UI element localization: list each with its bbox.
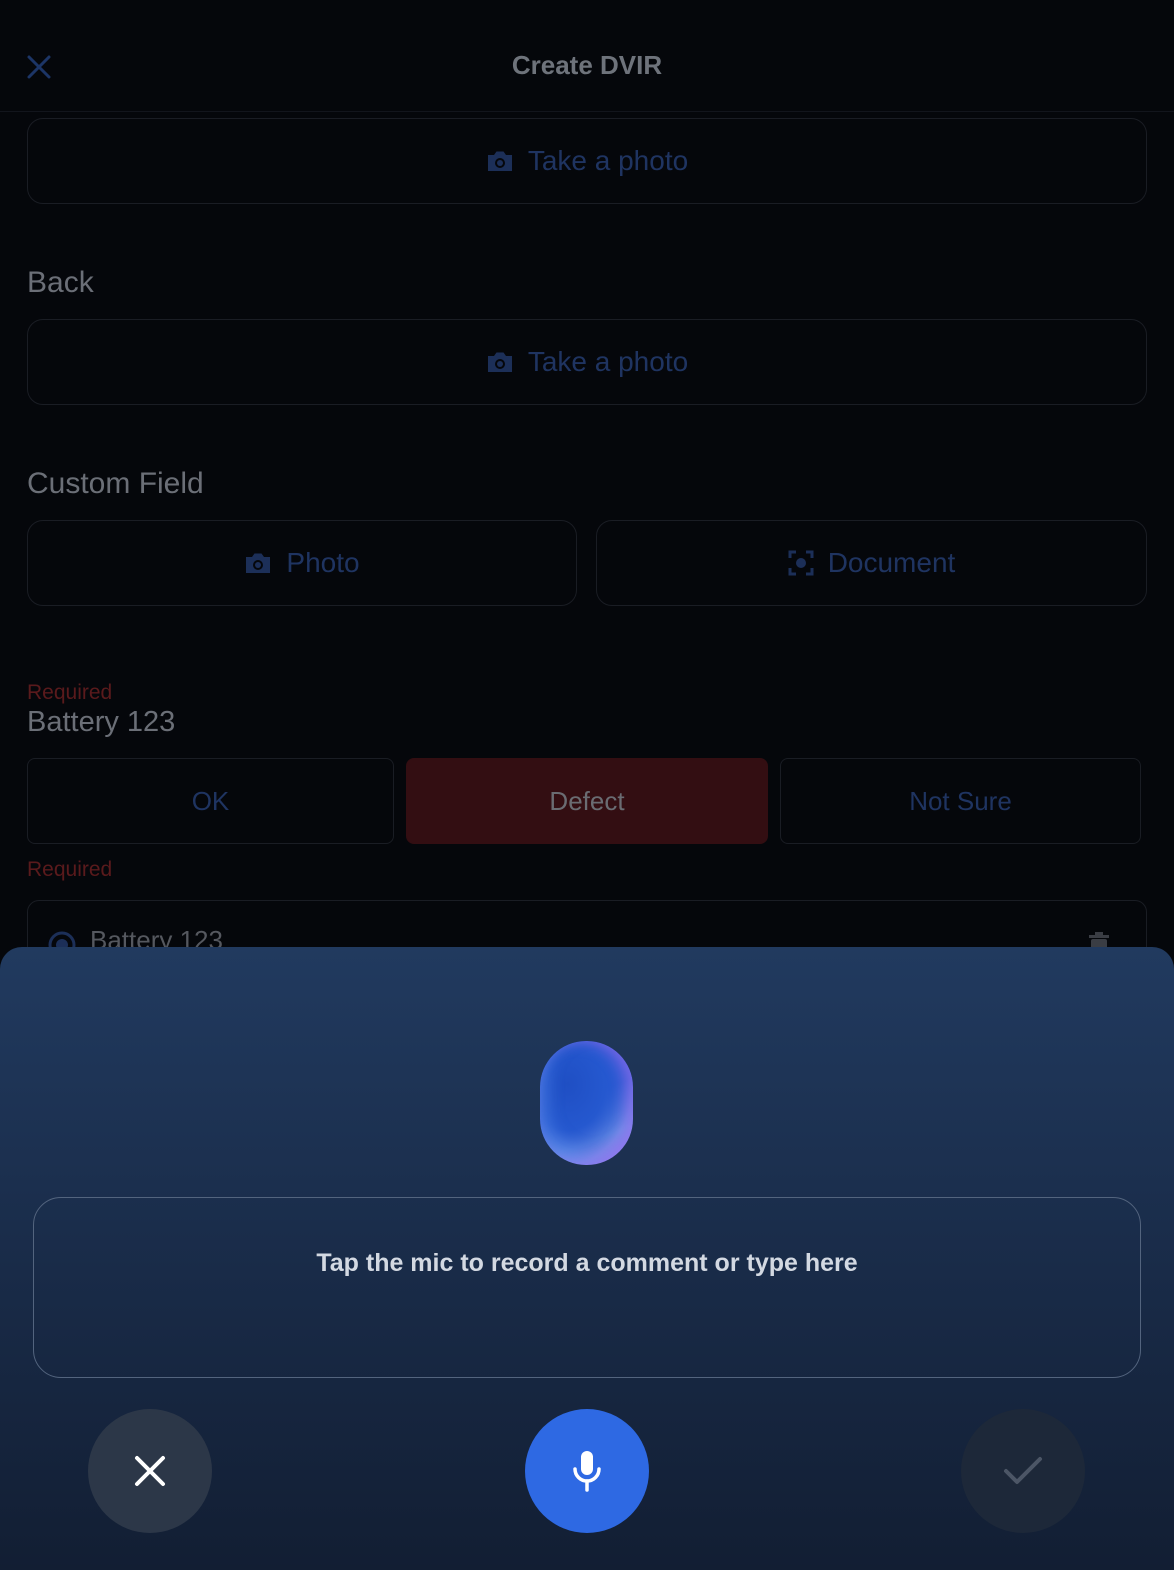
document-button[interactable]: Document <box>596 520 1147 606</box>
create-dvir-page: Create DVIR Take a photo Back Take a pho… <box>0 0 1174 1570</box>
take-photo-label: Take a photo <box>527 145 689 176</box>
close-icon <box>135 1456 165 1486</box>
option-not-sure-button[interactable]: Not Sure <box>780 758 1141 844</box>
take-photo-label: Take a photo <box>527 346 689 377</box>
comment-box[interactable] <box>33 1197 1141 1378</box>
page-title: Create DVIR <box>511 50 663 80</box>
header: Create DVIR <box>0 0 1174 112</box>
photo-button-label: Photo <box>286 547 360 578</box>
required-label: Required <box>27 681 113 704</box>
take-photo-button-front[interactable]: Take a photo <box>27 118 1147 204</box>
check-icon <box>1004 1457 1042 1484</box>
record-mic-button[interactable] <box>525 1409 649 1533</box>
photo-button[interactable]: Photo <box>27 520 577 606</box>
defect-required-label: Required <box>27 858 113 881</box>
camera-icon <box>487 151 512 171</box>
comment-input[interactable] <box>34 1198 1140 1377</box>
custom-field-label: Custom Field <box>27 467 204 500</box>
camera-icon <box>246 553 271 573</box>
camera-icon <box>487 352 512 372</box>
back-section-label: Back <box>27 266 94 299</box>
inspection-item-name: Battery 123 <box>27 706 176 738</box>
microphone-icon <box>573 1451 601 1492</box>
voice-orb-icon <box>540 1041 633 1165</box>
option-defect-button[interactable]: Defect <box>406 758 768 844</box>
confirm-button[interactable] <box>961 1409 1085 1533</box>
take-photo-button-back[interactable]: Take a photo <box>27 319 1147 405</box>
document-scan-icon <box>788 550 814 576</box>
document-button-label: Document <box>827 547 956 578</box>
cancel-button[interactable] <box>88 1409 212 1533</box>
option-ok-button[interactable]: OK <box>27 758 394 844</box>
voice-comment-sheet <box>0 947 1174 1570</box>
